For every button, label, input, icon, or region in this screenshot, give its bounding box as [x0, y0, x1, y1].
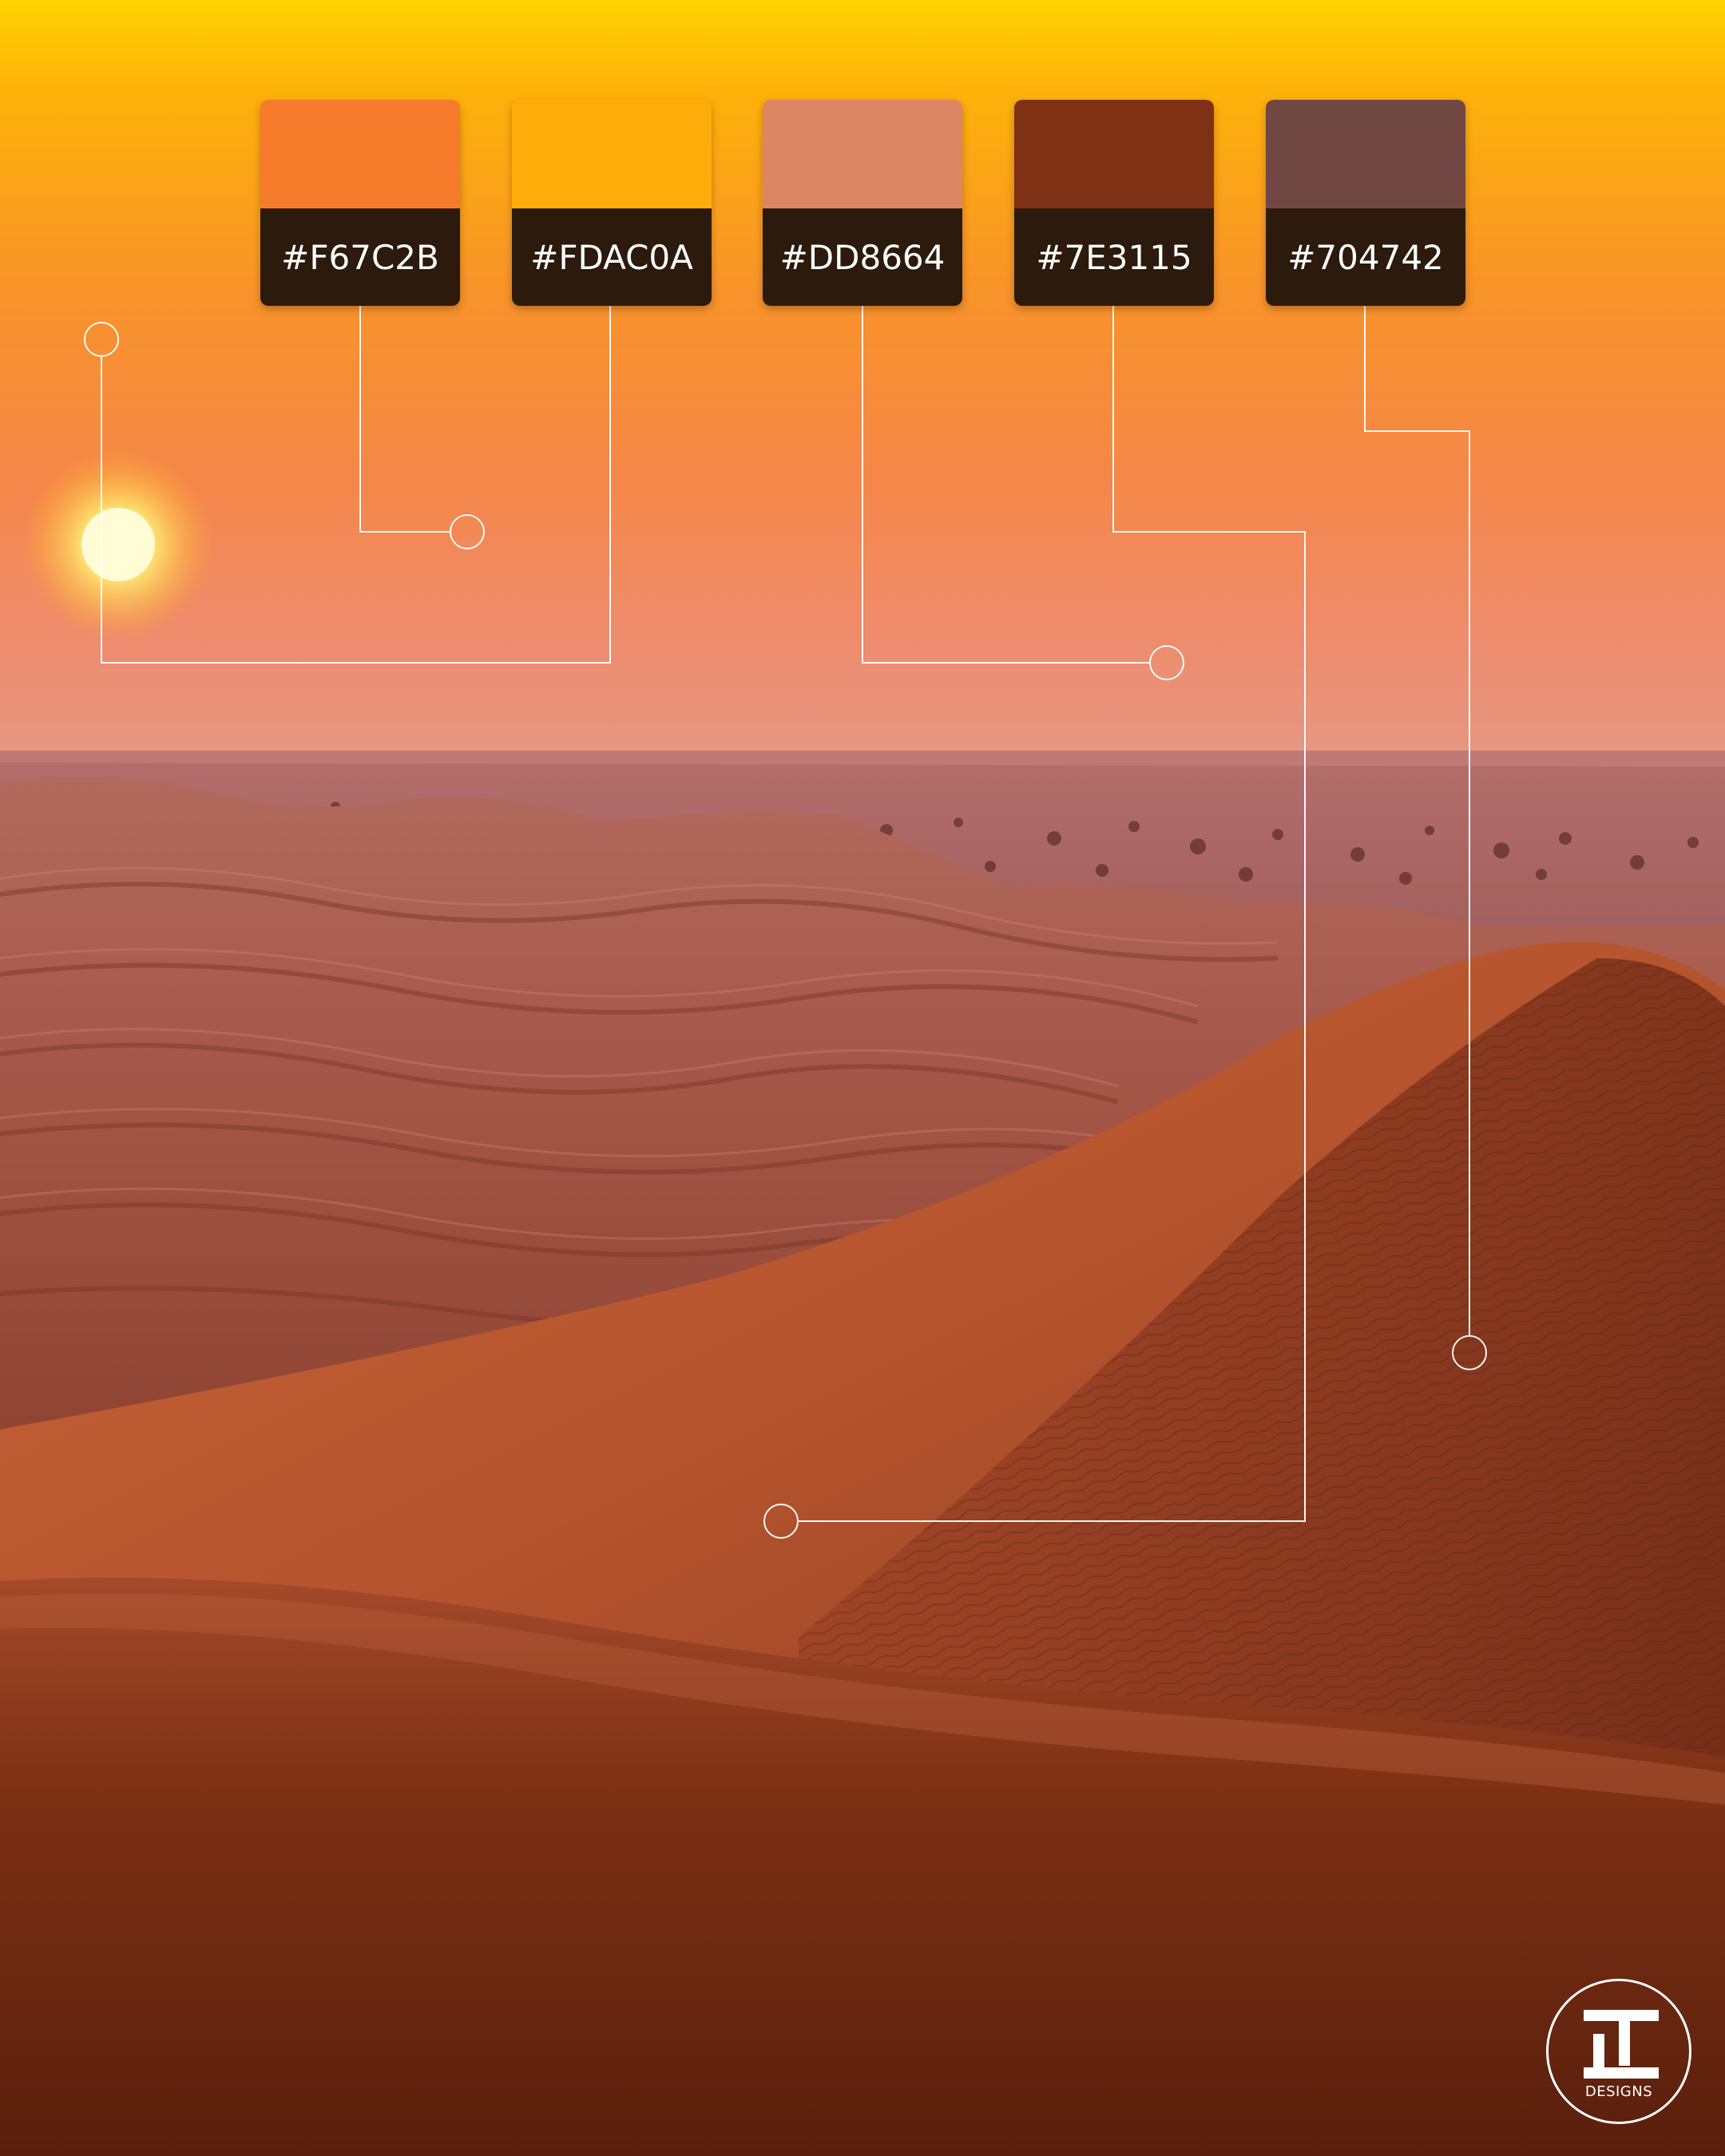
- swatch-1: #F67C2B: [260, 100, 460, 306]
- swatch-2-label: #FDAC0A: [512, 208, 712, 306]
- swatch-5-color: [1266, 100, 1465, 208]
- swatch-1-color: [260, 100, 460, 208]
- palette-poster: #F67C2B #FDAC0A #DD8664 #7E3115 #704742 …: [0, 0, 1725, 2156]
- swatch-3: #DD8664: [763, 100, 962, 306]
- logo-text: DESIGNS: [1584, 2083, 1653, 2100]
- brand-logo: DESIGNS: [1546, 1979, 1691, 2124]
- logo-mark-icon: [1584, 2010, 1659, 2079]
- swatch-2: #FDAC0A: [512, 100, 712, 306]
- swatch-3-color: [763, 100, 962, 208]
- swatch-4-label: #7E3115: [1014, 208, 1214, 306]
- swatch-5: #704742: [1266, 100, 1465, 306]
- swatch-5-label: #704742: [1266, 208, 1465, 306]
- swatch-4-color: [1014, 100, 1214, 208]
- swatch-2-color: [512, 100, 712, 208]
- swatch-3-label: #DD8664: [763, 208, 962, 306]
- swatch-1-label: #F67C2B: [260, 208, 460, 306]
- swatch-4: #7E3115: [1014, 100, 1214, 306]
- desert-sunset-photo: [0, 0, 1725, 2156]
